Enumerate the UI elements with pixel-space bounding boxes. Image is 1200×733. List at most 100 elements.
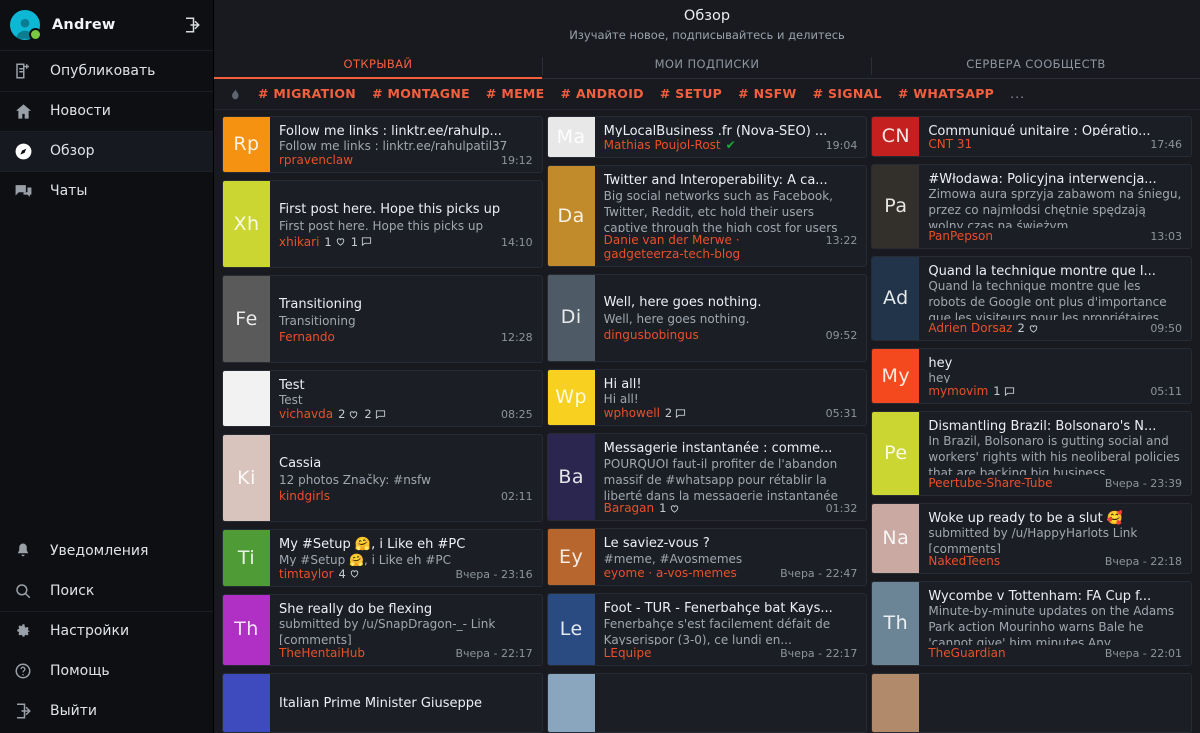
avatar[interactable] bbox=[10, 10, 42, 41]
tab-discover[interactable]: ОТКРЫВАЙ bbox=[214, 53, 542, 80]
post-card[interactable]: Test Test vichavda 2 2 08:25 bbox=[222, 370, 543, 428]
post-avatar-initials: CN bbox=[881, 124, 911, 147]
tag-android[interactable]: # ANDROID bbox=[561, 86, 644, 101]
tag-signal[interactable]: # SIGNAL bbox=[813, 86, 882, 101]
comment-count[interactable]: 2 bbox=[364, 407, 385, 421]
tags-overflow-button[interactable]: ... bbox=[1010, 86, 1025, 101]
sidebar-item-settings[interactable]: Настройки bbox=[0, 611, 213, 651]
post-excerpt: Zimowa aura sprzyja zabawom na śniegu, p… bbox=[928, 187, 1182, 229]
post-card[interactable] bbox=[871, 673, 1193, 733]
post-author[interactable]: mymovim bbox=[928, 384, 988, 398]
sidebar: Andrew Опубликовать Новости Обзор Чаты У… bbox=[0, 0, 214, 733]
post-title: Twitter and Interoperability: A ca... bbox=[603, 173, 828, 188]
post-author[interactable]: kindgirls bbox=[279, 489, 330, 503]
sidebar-item-discover[interactable]: Обзор bbox=[0, 131, 213, 171]
post-card[interactable]: Na Woke up ready to be a slut 🥰 submitted … bbox=[871, 503, 1193, 574]
post-avatar-initials: Rp bbox=[233, 132, 260, 155]
post-author[interactable]: eyome · a-vos-memes bbox=[604, 566, 737, 580]
post-card[interactable]: Rp Follow me links : linktr.ee/rahulp... F… bbox=[222, 115, 543, 174]
post-card[interactable]: Ma MyLocalBusiness .fr (Nova-SEO) ... Math… bbox=[546, 115, 868, 159]
post-thumbnail: Th bbox=[872, 581, 920, 666]
post-card-body: Woke up ready to be a slut 🥰 submitted by… bbox=[919, 504, 1191, 573]
post-author[interactable]: dingusbobingus bbox=[604, 328, 699, 342]
post-excerpt: Hi all! bbox=[603, 392, 639, 406]
post-card[interactable]: Ey Le saviez-vous ? #meme, #Avosmemes eyome… bbox=[546, 528, 868, 587]
post-card[interactable]: Da Twitter and Interoperability: A ca... B… bbox=[546, 165, 868, 267]
post-author[interactable]: Mathias Poujol-Rost bbox=[604, 138, 721, 152]
tag-nsfw[interactable]: # NSFW bbox=[738, 86, 796, 101]
tab-my-subscriptions[interactable]: МОИ ПОДПИСКИ bbox=[543, 53, 871, 78]
tab-community-servers[interactable]: СЕРВЕРА СООБЩЕСТВ bbox=[872, 53, 1200, 78]
post-card[interactable]: Italian Prime Minister Giuseppe bbox=[222, 673, 543, 733]
tag-migration[interactable]: # MIGRATION bbox=[258, 86, 356, 101]
post-author[interactable]: rpravenclaw bbox=[279, 153, 353, 167]
sidebar-item-chats[interactable]: Чаты bbox=[0, 171, 213, 211]
post-author[interactable]: LEquipe bbox=[604, 646, 652, 660]
post-column-1: Rp Follow me links : linktr.ee/rahulp... F… bbox=[220, 115, 545, 733]
sidebar-item-help[interactable]: Помощь bbox=[0, 651, 213, 691]
post-card[interactable]: Xh First post here. Hope this picks up Fir… bbox=[222, 180, 543, 269]
post-card[interactable]: Ba Messagerie instantanée : comme... POURQ… bbox=[546, 433, 868, 522]
sidebar-item-news[interactable]: Новости bbox=[0, 91, 213, 131]
comment-icon bbox=[676, 409, 686, 419]
comment-count[interactable]: 2 bbox=[665, 406, 686, 420]
post-author[interactable]: CNT 31 bbox=[928, 137, 972, 151]
sidebar-item-search[interactable]: Поиск bbox=[0, 571, 213, 611]
like-count[interactable]: 1 bbox=[659, 501, 680, 515]
post-thumbnail: Na bbox=[872, 504, 920, 573]
tag-meme[interactable]: # MEME bbox=[486, 86, 545, 101]
post-card[interactable]: Th Wycombe v Tottenham: FA Cup f... Minute… bbox=[871, 580, 1193, 667]
post-author[interactable]: PanPepson bbox=[928, 229, 993, 243]
post-card[interactable]: Pa #Włodawa: Policyjna interwencja... Zimo… bbox=[871, 164, 1193, 250]
post-author[interactable]: NakedTeens bbox=[928, 554, 1000, 568]
post-card[interactable]: Fe Transitioning Transitioning Fernando 12:2… bbox=[222, 275, 543, 364]
post-author[interactable]: wphowell bbox=[604, 406, 660, 420]
post-card[interactable]: Th She really do be flexing submitted by /… bbox=[222, 593, 543, 667]
post-footer: Mathias Poujol-Rost ✔ 19:04 bbox=[604, 138, 858, 152]
post-author[interactable]: Danie van der Merwe · gadgeteerza-tech-b… bbox=[604, 233, 815, 261]
post-author[interactable]: xhikari bbox=[279, 235, 319, 249]
post-author[interactable]: Peertube-Share-Tube bbox=[928, 476, 1052, 490]
post-card[interactable] bbox=[546, 673, 868, 733]
comment-count[interactable]: 1 bbox=[351, 235, 372, 249]
tag-setup[interactable]: # SETUP bbox=[660, 86, 722, 101]
sidebar-item-logout[interactable]: Выйти bbox=[0, 691, 213, 731]
post-card[interactable]: Le Foot - TUR - Fenerbahçe bat Kays... Fen… bbox=[546, 593, 868, 667]
post-card[interactable]: Ki Cassia 12 photos Značky: #nsfw kindgirls… bbox=[222, 434, 543, 523]
post-card[interactable]: Ti My #Setup 🤗, i Like eh #PC My #Setup 🤗,… bbox=[222, 529, 543, 587]
main-content: Обзор Изучайте новое, подписывайтесь и д… bbox=[214, 0, 1200, 733]
post-author[interactable]: TheGuardian bbox=[928, 646, 1005, 660]
like-count[interactable]: 2 bbox=[1017, 321, 1038, 335]
post-title: Communiqué unitaire : Opératio... bbox=[928, 123, 1151, 137]
post-author[interactable]: Baragan bbox=[604, 501, 654, 515]
logout-icon[interactable] bbox=[183, 16, 201, 34]
post-footer: LEquipe Вчера - 22:17 bbox=[604, 646, 858, 660]
post-card[interactable]: My hey hey mymovim 1 05:11 bbox=[871, 348, 1193, 405]
post-author[interactable]: TheHentaiHub bbox=[279, 646, 365, 660]
post-thumbnail: Ey bbox=[547, 529, 595, 586]
post-author[interactable]: Adrien Dorsaz bbox=[928, 321, 1012, 335]
tag-montagne[interactable]: # MONTAGNE bbox=[372, 86, 470, 101]
verified-icon: ✔ bbox=[725, 138, 736, 153]
post-card[interactable]: Ad Quand la technique montre que l... Quan… bbox=[871, 256, 1193, 342]
post-title: Transitioning bbox=[279, 296, 362, 312]
sidebar-user-row[interactable]: Andrew bbox=[0, 0, 213, 51]
post-card[interactable]: CN Communiqué unitaire : Opératio... CNT 3… bbox=[871, 115, 1193, 158]
like-count[interactable]: 4 bbox=[339, 567, 360, 581]
post-author[interactable]: vichavda bbox=[279, 407, 333, 421]
sidebar-item-label: Новости bbox=[50, 103, 111, 119]
post-card-body: Follow me links : linktr.ee/rahulp... Fol… bbox=[270, 117, 542, 172]
post-title: Italian Prime Minister Giuseppe bbox=[279, 696, 483, 712]
post-author[interactable]: timtaylor bbox=[279, 567, 334, 581]
like-count[interactable]: 2 bbox=[338, 407, 359, 421]
tag-whatsapp[interactable]: # WHATSAPP bbox=[898, 86, 994, 101]
post-card[interactable]: Pe Dismantling Brazil: Bolsonaro's N... In… bbox=[871, 411, 1193, 497]
comment-count[interactable]: 1 bbox=[993, 384, 1014, 398]
post-author[interactable]: Fernando bbox=[279, 330, 335, 344]
sidebar-item-notifications[interactable]: Уведомления bbox=[0, 531, 213, 571]
post-card[interactable]: Wp Hi all! Hi all! wphowell 2 05:31 bbox=[546, 368, 868, 427]
post-card[interactable]: Di Well, here goes nothing. Well, here goe… bbox=[546, 273, 868, 362]
post-title: hey bbox=[928, 356, 953, 370]
like-count[interactable]: 1 bbox=[324, 235, 345, 249]
sidebar-item-publish[interactable]: Опубликовать bbox=[0, 51, 213, 91]
